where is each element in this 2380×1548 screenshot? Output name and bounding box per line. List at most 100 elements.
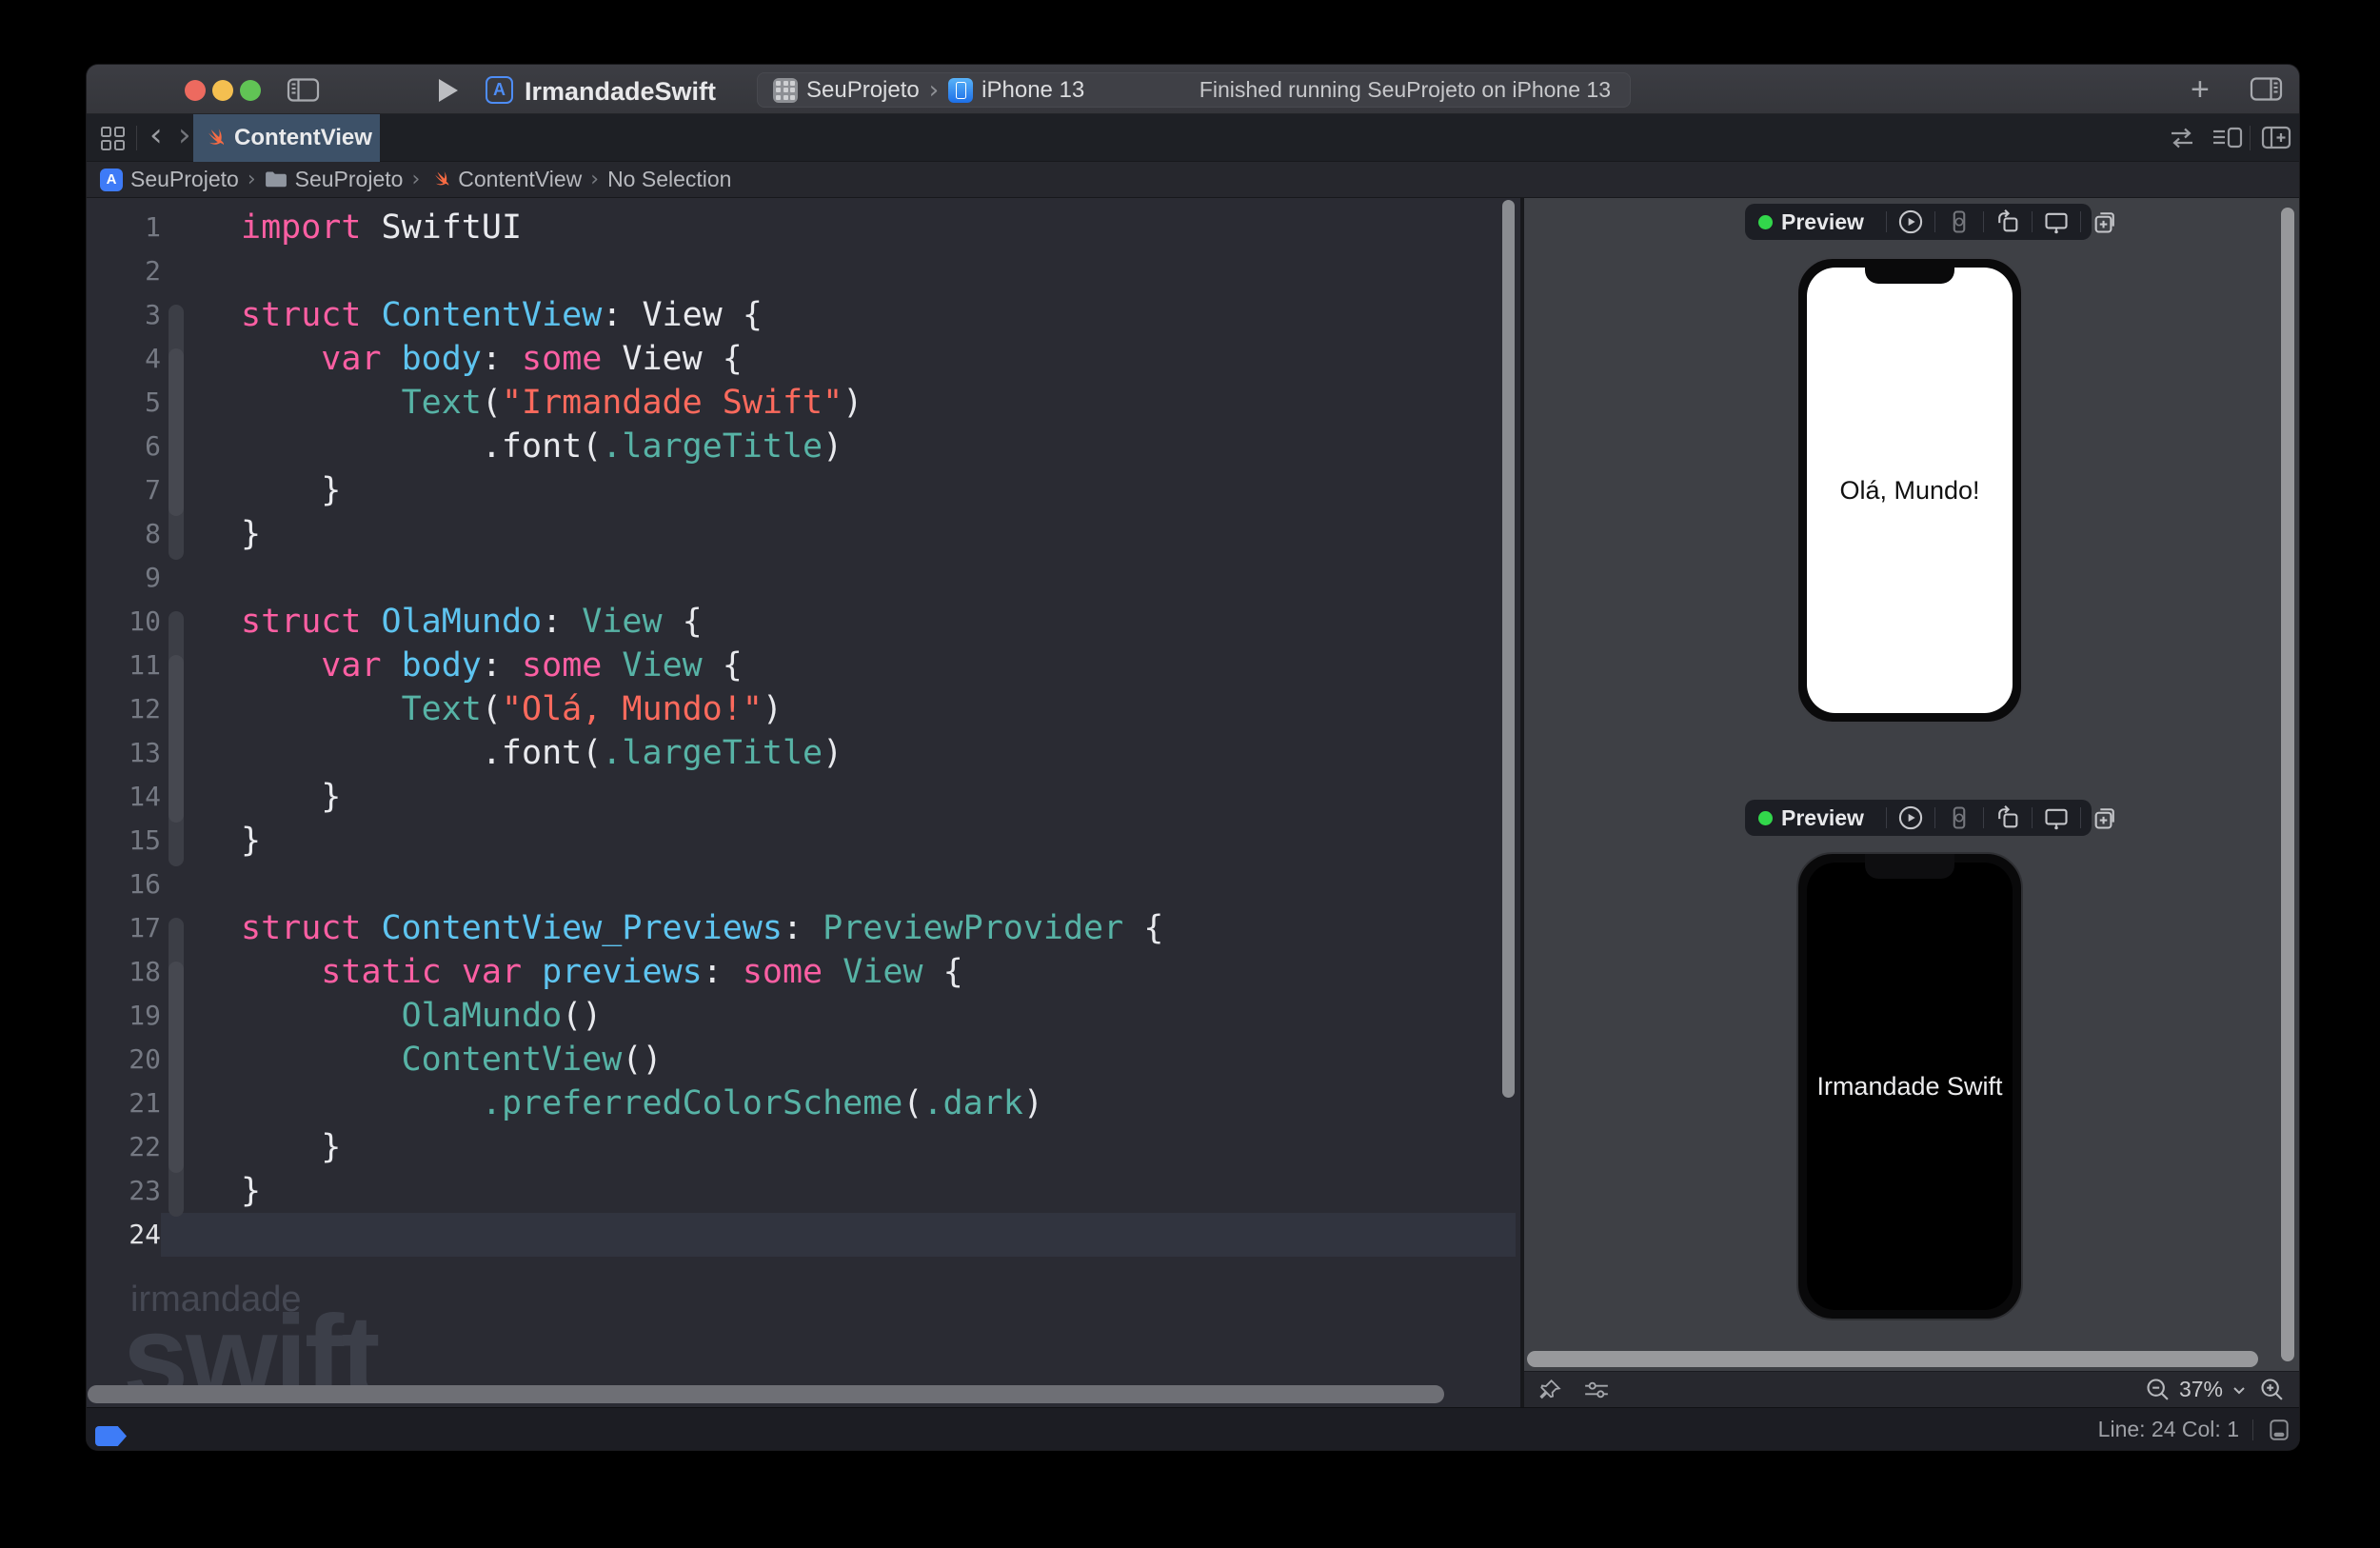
code-line[interactable]: ContentView(): [241, 1038, 1163, 1082]
code-line[interactable]: }: [241, 1125, 1163, 1169]
code-line[interactable]: }: [241, 512, 1163, 556]
add-tab-button[interactable]: +: [2191, 73, 2210, 106]
breadcrumb-project[interactable]: A SeuProjeto: [100, 167, 239, 192]
code-line[interactable]: static var previews: some View {: [241, 950, 1163, 994]
line-number[interactable]: 9: [87, 556, 161, 600]
code-line[interactable]: var body: some View {: [241, 644, 1163, 687]
canvas-horizontal-scrollbar[interactable]: [1527, 1351, 2258, 1367]
line-number[interactable]: 24: [87, 1213, 161, 1257]
source-editor[interactable]: irmandade swift 1 2 3 4 5 6 7 8 9 10 11 12 13 14 15 16 1…: [87, 198, 1520, 1407]
code-line[interactable]: }: [241, 775, 1163, 819]
zoom-out-icon[interactable]: [2145, 1377, 2172, 1403]
line-number[interactable]: 23: [87, 1169, 161, 1213]
code-line[interactable]: [241, 556, 1163, 600]
line-number[interactable]: 11: [87, 644, 161, 687]
orientation-variants-button[interactable]: [1994, 804, 2021, 831]
add-editor-icon[interactable]: [2261, 125, 2291, 151]
code-line[interactable]: [241, 863, 1163, 906]
code-lines[interactable]: import SwiftUI struct ContentView: View {…: [241, 206, 1163, 1257]
code-line[interactable]: .font(.largeTitle): [241, 425, 1163, 468]
breakpoint-toggle-tag[interactable]: [95, 1426, 127, 1446]
line-number[interactable]: 12: [87, 687, 161, 731]
pin-preview-icon[interactable]: [1537, 1378, 1562, 1402]
line-number[interactable]: 3: [87, 293, 161, 337]
chevron-down-icon[interactable]: [2231, 1383, 2248, 1397]
line-number[interactable]: 18: [87, 950, 161, 994]
toggle-inspector-sidebar-icon[interactable]: [2250, 76, 2284, 102]
line-number[interactable]: 15: [87, 819, 161, 863]
code-fold-capsule[interactable]: [169, 348, 184, 516]
duplicate-preview-button[interactable]: [2092, 804, 2118, 831]
line-number[interactable]: 5: [87, 381, 161, 425]
line-number[interactable]: 8: [87, 512, 161, 556]
code-line[interactable]: Text("Irmandade Swift"): [241, 381, 1163, 425]
editor-horizontal-scrollbar[interactable]: [88, 1385, 1444, 1403]
code-line[interactable]: struct ContentView_Previews: PreviewProv…: [241, 906, 1163, 950]
line-number[interactable]: 2: [87, 249, 161, 293]
preview-screen-light[interactable]: Olá, Mundo!: [1807, 268, 2013, 713]
code-line[interactable]: .preferredColorScheme(.dark): [241, 1082, 1163, 1125]
line-number[interactable]: 22: [87, 1125, 161, 1169]
live-preview-button[interactable]: [1897, 208, 1924, 235]
breadcrumb-group[interactable]: SeuProjeto: [265, 167, 403, 192]
code-line[interactable]: .font(.largeTitle): [241, 731, 1163, 775]
go-back-button[interactable]: ‹: [149, 116, 163, 154]
preview-on-device-button[interactable]: [1946, 208, 1973, 235]
duplicate-preview-button[interactable]: [2092, 208, 2118, 235]
line-number[interactable]: 21: [87, 1082, 161, 1125]
editor-vertical-scrollbar[interactable]: [1502, 200, 1515, 1098]
live-preview-button[interactable]: [1897, 804, 1924, 831]
editor-options-icon[interactable]: [2211, 125, 2244, 151]
line-number[interactable]: 16: [87, 863, 161, 906]
run-button[interactable]: [437, 78, 460, 103]
toggle-navigator-sidebar-icon[interactable]: [287, 77, 321, 103]
breadcrumb-file[interactable]: ContentView: [428, 167, 582, 192]
code-line[interactable]: }: [241, 1169, 1163, 1213]
code-line[interactable]: struct OlaMundo: View {: [241, 600, 1163, 644]
scheme-destination-selector[interactable]: SeuProjeto › iPhone 13 Finished running …: [757, 72, 1631, 108]
device-settings-button[interactable]: [2043, 804, 2070, 831]
tab-contentview[interactable]: ContentView: [193, 114, 380, 162]
line-number[interactable]: 7: [87, 468, 161, 512]
line-number[interactable]: 4: [87, 337, 161, 381]
iphone-preview-light[interactable]: Olá, Mundo!: [1796, 257, 2023, 724]
line-number[interactable]: 17: [87, 906, 161, 950]
code-line[interactable]: import SwiftUI: [241, 206, 1163, 249]
code-line[interactable]: }: [241, 468, 1163, 512]
code-line[interactable]: [241, 249, 1163, 293]
minimize-window-button[interactable]: [212, 80, 233, 101]
code-line[interactable]: OlaMundo(): [241, 994, 1163, 1038]
code-line[interactable]: var body: some View {: [241, 337, 1163, 381]
go-forward-button[interactable]: ›: [178, 116, 191, 154]
line-number[interactable]: 6: [87, 425, 161, 468]
line-number[interactable]: 13: [87, 731, 161, 775]
zoom-in-icon[interactable]: [2259, 1377, 2286, 1403]
code-line[interactable]: [241, 1213, 1163, 1257]
device-settings-button[interactable]: [2043, 208, 2070, 235]
scheme-name[interactable]: SeuProjeto: [806, 77, 920, 104]
zoom-level-dropdown[interactable]: 37%: [2179, 1377, 2223, 1402]
preview-on-device-button[interactable]: [1946, 804, 1973, 831]
code-fold-capsule[interactable]: [169, 962, 184, 1173]
line-number[interactable]: 19: [87, 994, 161, 1038]
breadcrumb-selection[interactable]: No Selection: [607, 167, 731, 192]
orientation-variants-button[interactable]: [1994, 208, 2021, 235]
iphone-preview-dark[interactable]: Irmandade Swift: [1796, 852, 2023, 1320]
swap-editor-icon[interactable]: [2168, 125, 2196, 151]
line-number[interactable]: 20: [87, 1038, 161, 1082]
preview-options-sliders-icon[interactable]: [1583, 1378, 1610, 1402]
device-screen-icon[interactable]: [2267, 1418, 2291, 1442]
line-number[interactable]: 14: [87, 775, 161, 819]
line-number[interactable]: 1: [87, 206, 161, 249]
code-fold-capsule[interactable]: [169, 655, 184, 823]
close-window-button[interactable]: [185, 80, 206, 101]
related-items-icon[interactable]: [100, 126, 126, 151]
destination-name[interactable]: iPhone 13: [982, 77, 1084, 104]
code-line[interactable]: struct ContentView: View {: [241, 293, 1163, 337]
preview-screen-dark[interactable]: Irmandade Swift: [1807, 863, 2013, 1310]
zoom-window-button[interactable]: [240, 80, 261, 101]
line-number[interactable]: 10: [87, 600, 161, 644]
code-line[interactable]: }: [241, 819, 1163, 863]
canvas-vertical-scrollbar[interactable]: [2281, 208, 2294, 1361]
code-line[interactable]: Text("Olá, Mundo!"): [241, 687, 1163, 731]
